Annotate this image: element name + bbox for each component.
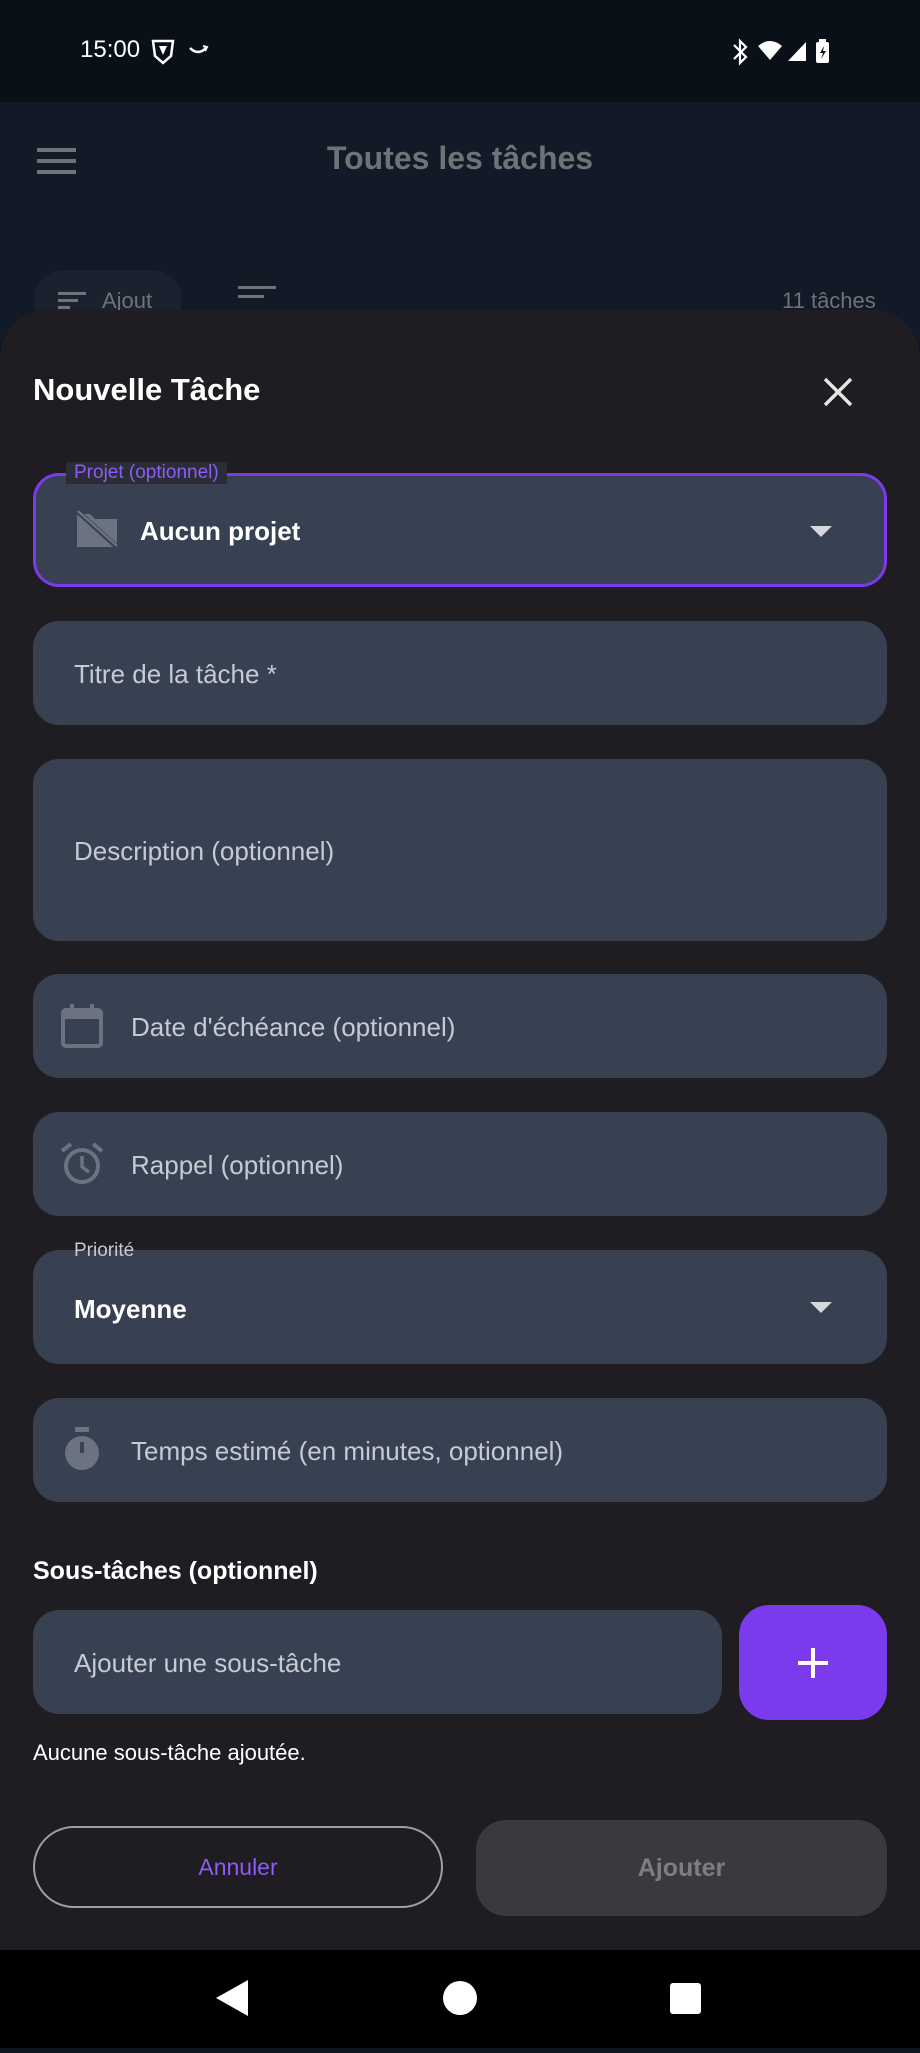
battery-icon [816,39,829,63]
priority-value: Moyenne [74,1294,187,1324]
no-subtasks-message: Aucune sous-tâche ajoutée. [33,1740,306,1765]
timer-icon [62,1426,102,1477]
sheet-title: Nouvelle Tâche [33,372,261,407]
due-date-placeholder: Date d'échéance (optionnel) [131,1012,456,1042]
close-button[interactable] [808,362,868,422]
project-select-label: Projet (optionnel) [66,462,227,484]
calendar-icon [60,1003,104,1054]
home-icon [443,1981,477,2015]
priority-label: Priorité [74,1240,135,1261]
subtask-input-placeholder: Ajouter une sous-tâche [74,1648,342,1678]
back-icon [216,1980,248,2016]
subtasks-title: Sous-tâches (optionnel) [33,1557,318,1585]
add-subtask-button[interactable] [739,1605,887,1720]
add-task-button[interactable]: Ajouter [476,1820,887,1916]
task-title-placeholder: Titre de la tâche * [74,659,277,689]
vpn-shield-icon [151,39,175,65]
reminder-placeholder: Rappel (optionnel) [131,1150,344,1180]
close-icon [823,377,853,407]
estimated-time-placeholder: Temps estimé (en minutes, optionnel) [131,1436,564,1466]
signal-icon [788,42,806,61]
amazon-smile-icon [189,45,209,54]
chevron-down-icon [810,1302,832,1313]
page-title: Toutes les tâches [326,140,594,176]
plus-icon [798,1647,828,1678]
folder-off-icon [74,508,120,555]
recents-icon [670,1983,701,2014]
status-icons-right [730,38,840,71]
bluetooth-icon [733,38,748,66]
alarm-icon [59,1141,105,1192]
navigation-bar [0,1950,920,2048]
description-placeholder: Description (optionnel) [74,836,335,866]
project-select-value: Aucun projet [140,516,301,546]
status-icons-left [150,38,210,71]
sort-icon[interactable] [238,286,278,313]
cancel-button[interactable]: Annuler [33,1826,443,1908]
wifi-icon [758,41,782,60]
chevron-down-icon [810,526,832,537]
status-time: 15:00 [80,36,141,63]
